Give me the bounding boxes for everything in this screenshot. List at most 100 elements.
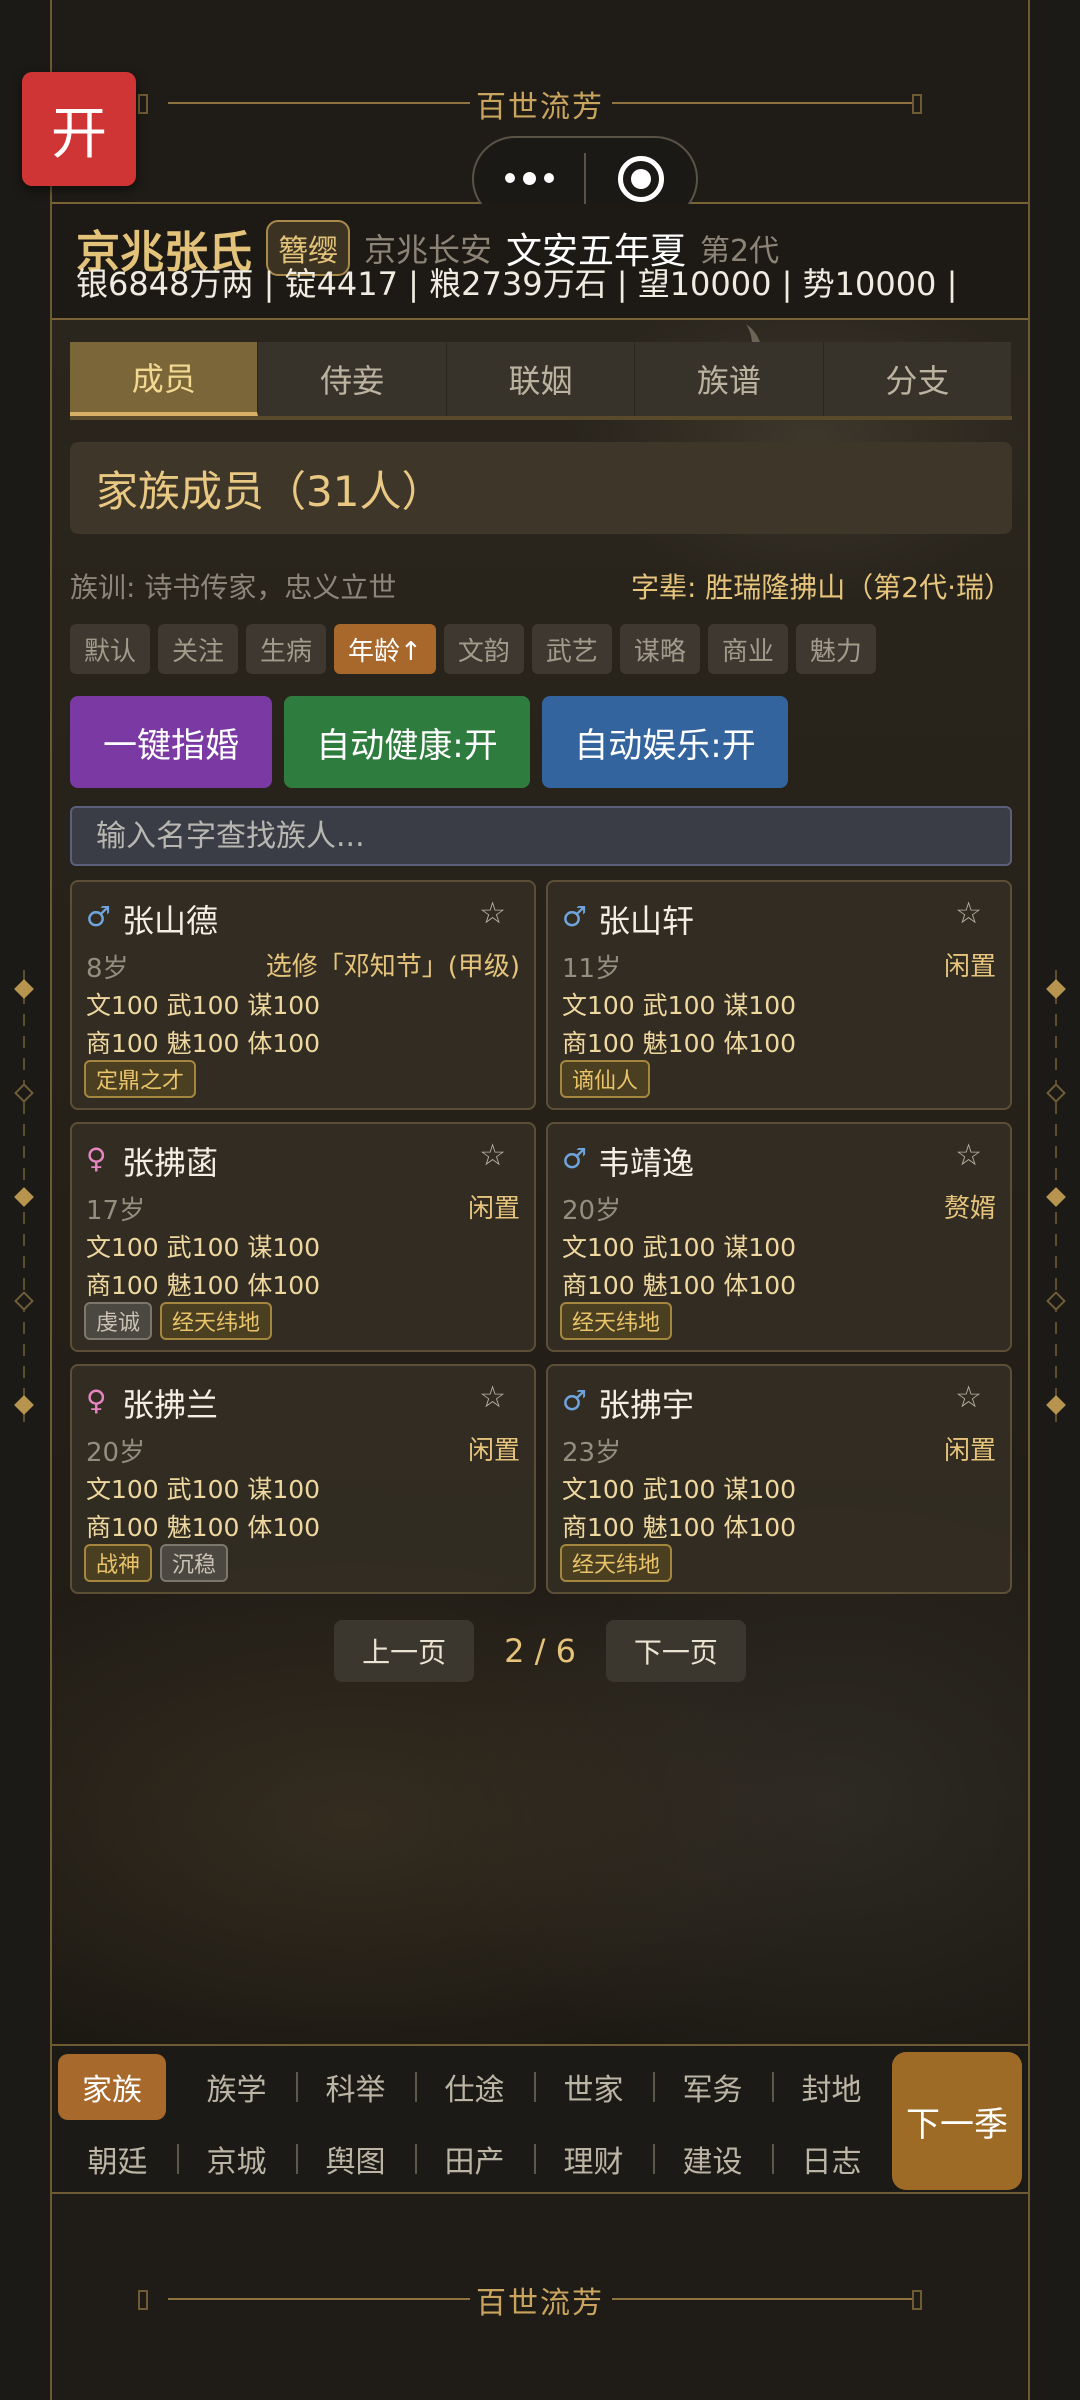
nav-item[interactable]: 族学 <box>177 2054 296 2120</box>
nav-item[interactable]: 家族 <box>58 2054 166 2120</box>
member-name: 张拂宇 <box>598 1386 695 1424</box>
pagination: 上一页 2 / 6 下一页 <box>52 1620 1028 1682</box>
member-stats-row2: 商100 魅100 体100 <box>562 1029 797 1058</box>
member-card-grid: ♂ 张山德 ☆ 8岁 选修「邓知节」(甲级) 文100 武100 谋100 商100 魅10… <box>70 880 1012 1594</box>
generation-chars: 字辈: 胜瑞隆拂山（第2代·瑞） <box>630 571 1012 604</box>
page-indicator: 2 / 6 <box>504 1632 576 1670</box>
nav-item[interactable]: 朝廷 <box>58 2126 177 2192</box>
sort-sick[interactable]: 生病 <box>246 624 327 674</box>
member-age: 8岁 <box>86 954 129 984</box>
tab-branches[interactable]: 分支 <box>824 342 1013 416</box>
nav-item[interactable]: 建设 <box>653 2126 772 2192</box>
nav-item[interactable]: 封地 <box>772 2054 891 2120</box>
sort-charm[interactable]: 魅力 <box>795 624 876 674</box>
member-stats-row1: 文100 武100 谋100 <box>562 1233 797 1262</box>
sort-commerce[interactable]: 商业 <box>707 624 788 674</box>
clan-motto: 族训: 诗书传家，忠义立世 <box>70 571 397 604</box>
clan-info-bar: 京兆张氏 簪缨 京兆长安 文安五年夏 第2代 银6848万两 | 锭4417 |… <box>52 204 1028 320</box>
quick-actions: 一键指婚 自动健康:开 自动娱乐:开 <box>70 696 788 788</box>
nav-item[interactable]: 理财 <box>534 2126 653 2192</box>
member-traits: 战神 沉稳 <box>84 1544 229 1582</box>
main-panel: 成员 侍妾 联姻 族谱 分支 家族成员（31人） 族训: 诗书传家，忠义立世 字… <box>52 320 1028 2044</box>
sort-literature[interactable]: 文韵 <box>443 624 524 674</box>
sort-followed[interactable]: 关注 <box>158 624 239 674</box>
member-card[interactable]: ♂ 张拂宇 ☆ 23岁 闲置 文100 武100 谋100 商100 魅100 体100 经天… <box>546 1364 1012 1594</box>
member-traits: 定鼎之才 <box>84 1060 197 1098</box>
left-side-decoration <box>14 970 34 1430</box>
member-tabs: 成员 侍妾 联姻 族谱 分支 <box>70 342 1013 420</box>
star-follow-icon[interactable]: ☆ <box>479 896 506 931</box>
member-status: 选修「邓知节」(甲级) <box>265 952 520 982</box>
footer-end-left <box>138 2290 148 2310</box>
member-stats-row2: 商100 魅100 体100 <box>562 1513 797 1542</box>
nav-item[interactable]: 军务 <box>653 2054 772 2120</box>
member-card[interactable]: ♂ 韦靖逸 ☆ 20岁 赘婿 文100 武100 谋100 商100 魅100 体100 经天… <box>546 1122 1012 1352</box>
sort-default[interactable]: 默认 <box>70 624 151 674</box>
star-follow-icon[interactable]: ☆ <box>479 1138 506 1173</box>
nav-item[interactable]: 科举 <box>296 2054 415 2120</box>
star-follow-icon[interactable]: ☆ <box>955 896 982 931</box>
nav-item[interactable]: 舆图 <box>296 2126 415 2192</box>
member-status: 闲置 <box>943 1436 996 1466</box>
male-icon: ♂ <box>562 900 588 933</box>
deco-rule-right <box>612 102 914 104</box>
member-search-input[interactable] <box>70 806 1012 866</box>
member-name: 张山德 <box>122 902 219 940</box>
member-age: 23岁 <box>562 1438 622 1468</box>
member-traits: 谪仙人 <box>560 1060 651 1098</box>
member-status: 闲置 <box>467 1194 520 1224</box>
prev-page-button[interactable]: 上一页 <box>334 1620 475 1682</box>
member-status: 闲置 <box>943 952 996 982</box>
member-stats-row1: 文100 武100 谋100 <box>562 991 797 1020</box>
auto-fun-toggle[interactable]: 自动娱乐:开 <box>542 696 788 788</box>
trait-tag: 定鼎之才 <box>84 1060 197 1098</box>
nav-item[interactable]: 日志 <box>772 2126 891 2192</box>
male-icon: ♂ <box>86 900 112 933</box>
member-name: 张拂兰 <box>122 1386 219 1424</box>
nav-item[interactable]: 京城 <box>177 2126 296 2192</box>
clan-resources: 银6848万两 | 锭4417 | 粮2739万石 | 望10000 | 势10… <box>76 265 958 303</box>
target-icon <box>618 156 664 202</box>
member-card[interactable]: ♂ 张山德 ☆ 8岁 选修「邓知节」(甲级) 文100 武100 谋100 商100 魅10… <box>70 880 536 1110</box>
sort-martial[interactable]: 武艺 <box>531 624 612 674</box>
trait-tag: 谪仙人 <box>560 1060 651 1098</box>
deco-end-right <box>912 94 922 114</box>
sort-age[interactable]: 年龄↑ <box>334 624 436 674</box>
nav-item[interactable]: 田产 <box>415 2126 534 2192</box>
member-card[interactable]: ♀ 张拂兰 ☆ 20岁 闲置 文100 武100 谋100 商100 魅100 体100 战神… <box>70 1364 536 1594</box>
member-name: 张拂菡 <box>122 1144 219 1182</box>
nav-row-2: 朝廷 京城 舆图 田产 理财 建设 日志 <box>58 2126 891 2192</box>
member-card[interactable]: ♀ 张拂菡 ☆ 17岁 闲置 文100 武100 谋100 商100 魅100 体100 虔诚… <box>70 1122 536 1352</box>
next-page-button[interactable]: 下一页 <box>605 1620 746 1682</box>
footer-rule-right <box>612 2298 914 2300</box>
member-age: 11岁 <box>562 954 622 984</box>
star-follow-icon[interactable]: ☆ <box>955 1380 982 1415</box>
star-follow-icon[interactable]: ☆ <box>955 1138 982 1173</box>
trait-tag: 经天纬地 <box>560 1302 673 1340</box>
trait-tag: 经天纬地 <box>160 1302 273 1340</box>
member-stats-row1: 文100 武100 谋100 <box>86 1475 321 1504</box>
member-stats-row1: 文100 武100 谋100 <box>86 991 321 1020</box>
female-icon: ♀ <box>86 1142 107 1175</box>
auto-health-toggle[interactable]: 自动健康:开 <box>284 696 530 788</box>
member-card[interactable]: ♂ 张山轩 ☆ 11岁 闲置 文100 武100 谋100 商100 魅100 体100 谪仙… <box>546 880 1012 1110</box>
bottom-navigation: 家族 族学 科举 仕途 世家 军务 封地 朝廷 京城 舆图 田产 理财 建设 日志 下一季 <box>52 2044 1028 2194</box>
star-follow-icon[interactable]: ☆ <box>479 1380 506 1415</box>
tab-concubines[interactable]: 侍妾 <box>258 342 447 416</box>
matchmake-all-button[interactable]: 一键指婚 <box>70 696 272 788</box>
tab-marriage[interactable]: 联姻 <box>447 342 636 416</box>
nav-row-1: 家族 族学 科举 仕途 世家 军务 封地 <box>58 2054 891 2120</box>
sort-strategy[interactable]: 谋略 <box>619 624 700 674</box>
member-age: 20岁 <box>86 1438 146 1468</box>
tab-members[interactable]: 成员 <box>70 342 259 416</box>
tab-genealogy[interactable]: 族谱 <box>635 342 824 416</box>
member-status: 闲置 <box>467 1436 520 1466</box>
next-season-button[interactable]: 下一季 <box>892 2052 1022 2190</box>
trait-tag: 战神 <box>84 1544 153 1582</box>
nav-item[interactable]: 仕途 <box>415 2054 534 2120</box>
trait-tag: 虔诚 <box>84 1302 153 1340</box>
open-button[interactable]: 开 <box>22 72 136 186</box>
nav-item[interactable]: 世家 <box>534 2054 653 2120</box>
right-side-decoration <box>1046 970 1066 1430</box>
male-icon: ♂ <box>562 1142 588 1175</box>
